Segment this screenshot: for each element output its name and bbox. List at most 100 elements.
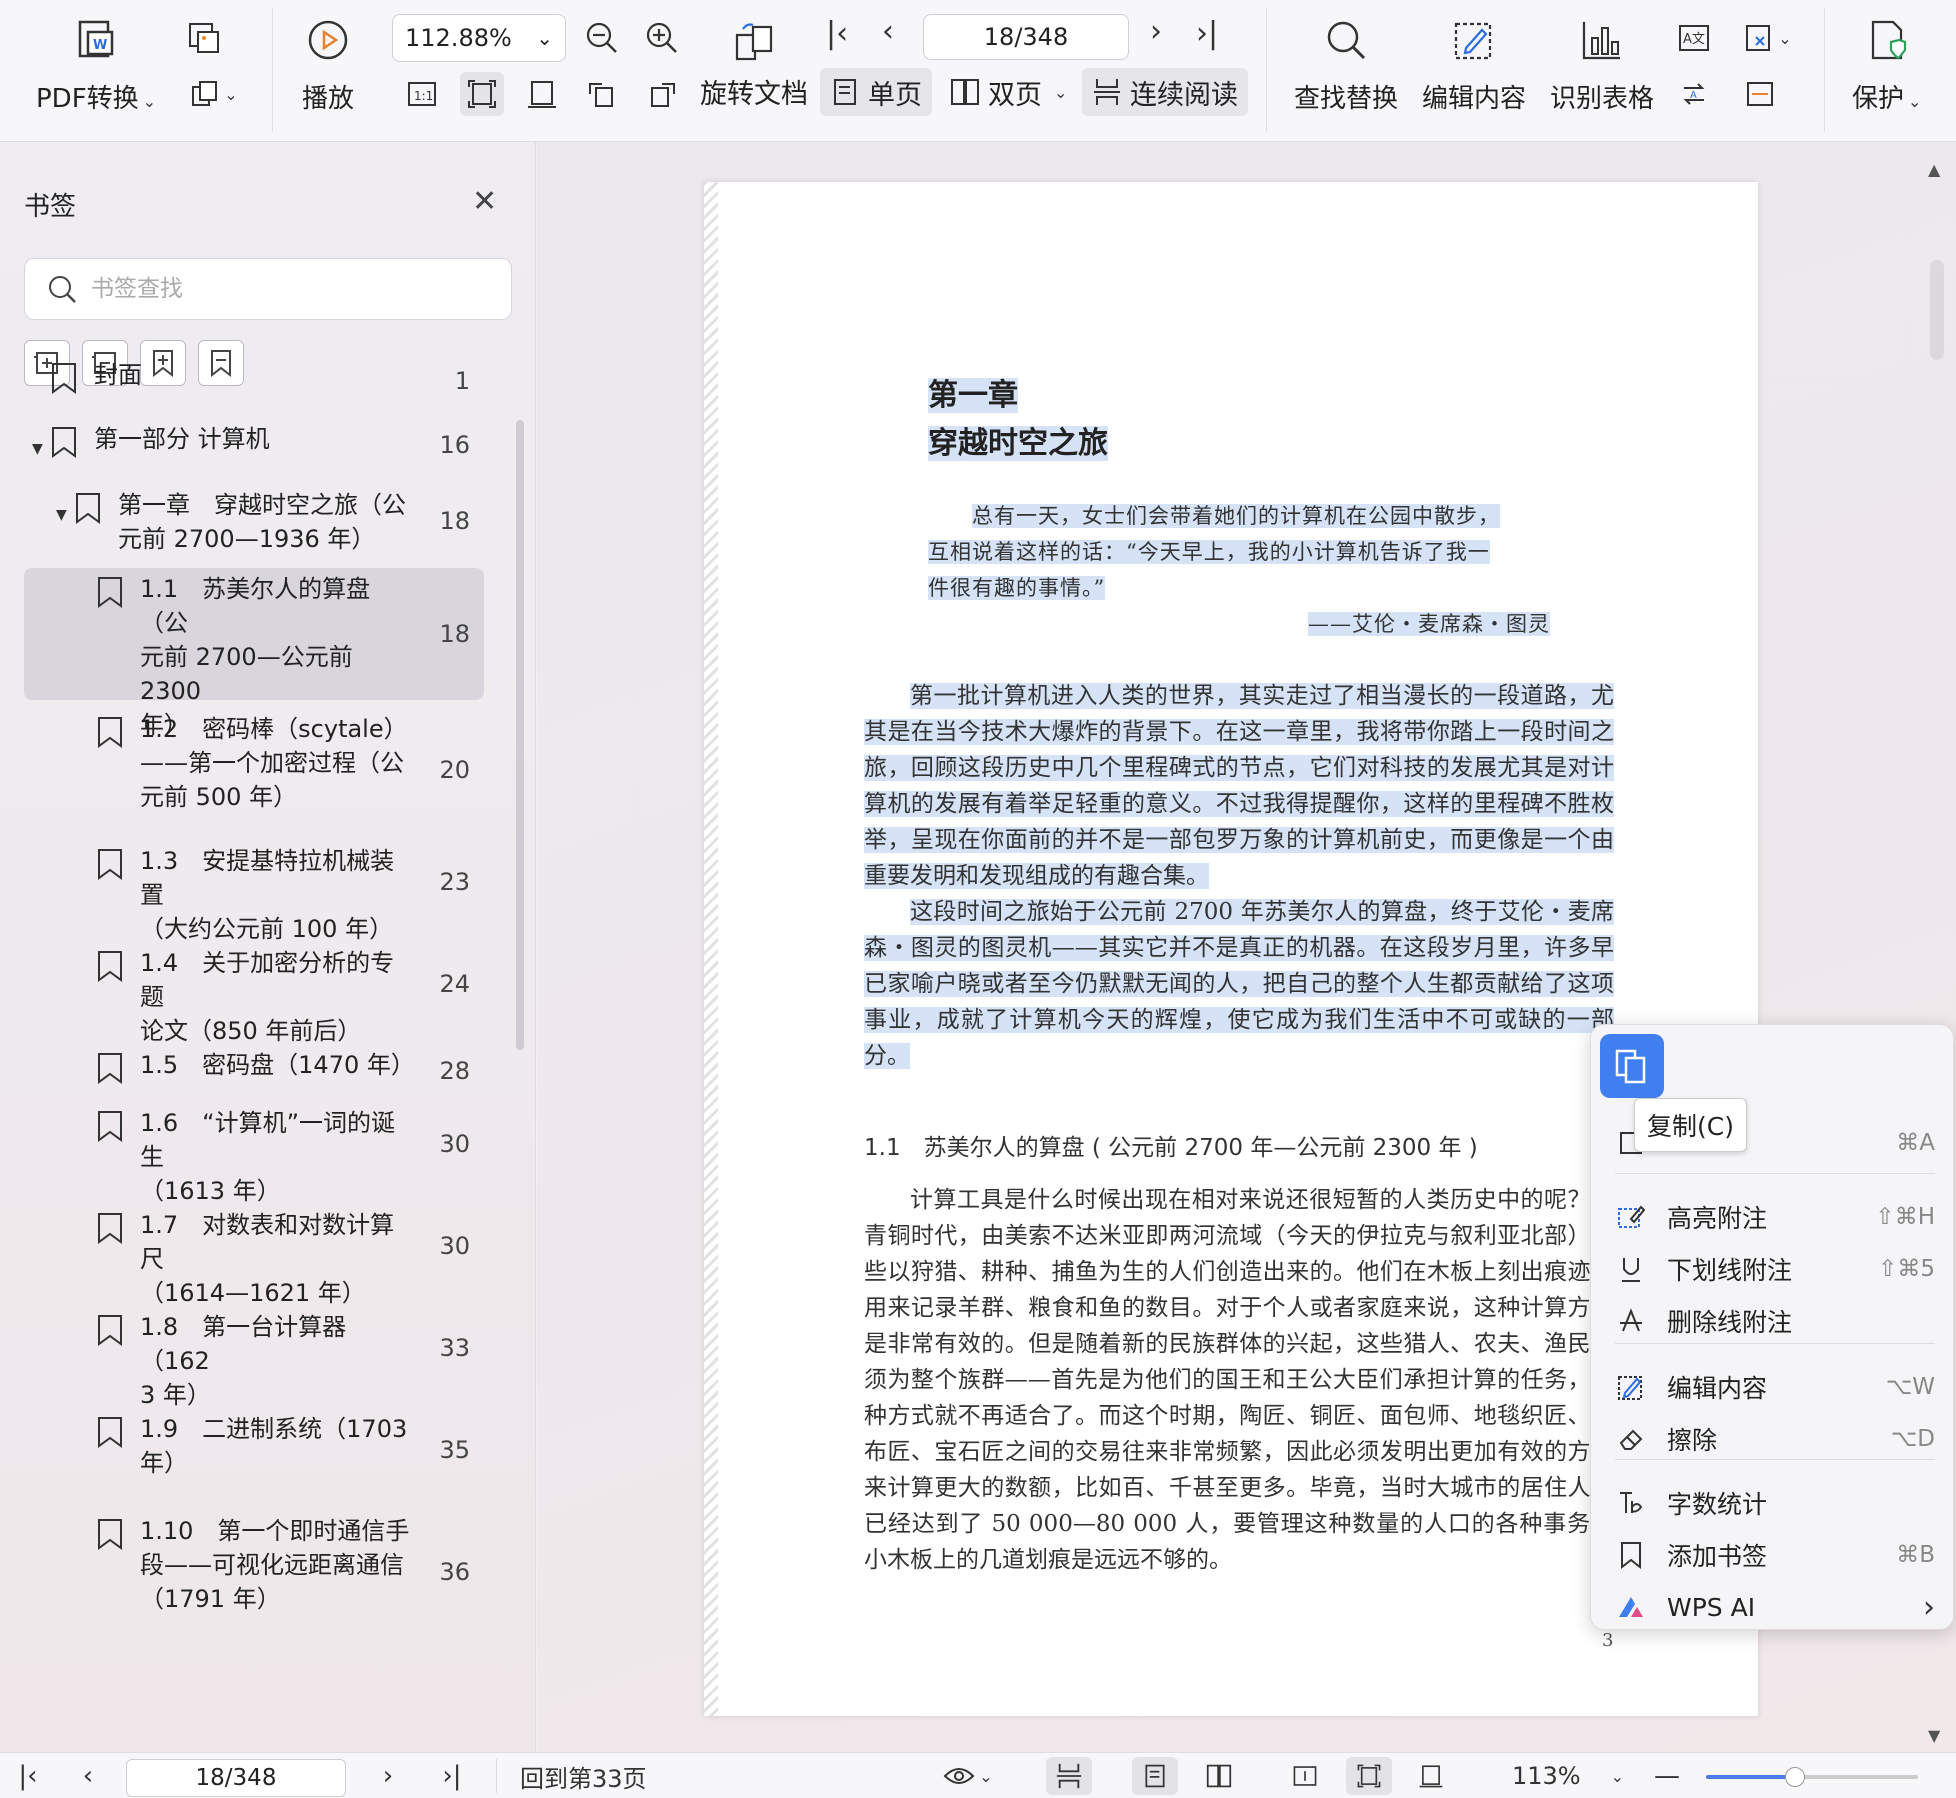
rotate-doc-icon[interactable] [728, 16, 782, 70]
bookmark-page-number: 20 [439, 756, 470, 784]
bookmark-icon [96, 576, 124, 608]
eye-icon [943, 1768, 975, 1784]
paragraph-3[interactable]: 计算工具是什么时候出现在相对来说还很短暂的人类历史中的呢？是青铜时代，由美索不达… [864, 1182, 1614, 1578]
next-page-icon[interactable]: › [370, 1757, 406, 1795]
protect-button[interactable]: 保护 ⌄ [1852, 16, 1921, 115]
svg-text:A文: A文 [1683, 32, 1705, 47]
ocr-icon[interactable] [1738, 72, 1782, 116]
fit-page-icon[interactable] [460, 72, 504, 116]
bookmark-item[interactable]: ▼ 第一章 穿越时空之旅（公 元前 2700—1936 年） 18 [24, 484, 484, 558]
epigraph: 总有一天，女士们会带着她们的计算机在公园中散步， 互相说着这样的话：“今天早上，… [928, 504, 1550, 636]
menu-strikethrough-note[interactable]: 删除线附注 [1615, 1299, 1935, 1343]
menu-underline-note[interactable]: 下划线附注 ⇧⌘5 [1615, 1247, 1935, 1291]
actual-size-icon[interactable] [1282, 1757, 1328, 1795]
play-button[interactable]: 播放 [302, 16, 354, 115]
compress-icon[interactable]: ⌄ [1738, 16, 1798, 60]
bookmark-search-input[interactable] [91, 276, 471, 302]
scroll-down-icon[interactable]: ▼ [1928, 1726, 1940, 1745]
bookmark-icon [96, 1110, 124, 1142]
zoom-in-icon[interactable] [640, 16, 684, 60]
paragraph-1[interactable]: 第一批计算机进入人类的世界，其实走过了相当漫长的一段道路，尤其是在当今技术大爆炸… [864, 678, 1614, 894]
bookmark-item[interactable]: 1.8 第一台计算器（162 3 年） 33 [24, 1306, 484, 1409]
copy-button[interactable] [1600, 1034, 1664, 1098]
bookmark-label: 1.5 密码盘（1470 年） [140, 1051, 415, 1079]
paragraph-2[interactable]: 这段时间之旅始于公元前 2700 年苏美尔人的算盘，终于艾伦・麦席森・图灵的图灵… [864, 894, 1614, 1074]
bookmark-item[interactable]: 1.4 关于加密分析的专题 论文（850 年前后） 24 [24, 942, 484, 1045]
bookmark-label: 封面 [94, 361, 142, 389]
first-page-icon[interactable]: |‹ [10, 1757, 46, 1795]
bookmark-item[interactable]: 1.7 对数表和对数计算尺 （1614—1621 年） 30 [24, 1204, 484, 1307]
bookmark-icon [96, 1518, 124, 1550]
bookmark-item[interactable]: ▼ 第一部分 计算机 16 [24, 418, 484, 472]
bookmark-page-number: 18 [439, 507, 470, 535]
status-page-input[interactable]: 18/348 [126, 1759, 346, 1797]
document-scrollbar[interactable] [1930, 260, 1944, 360]
next-page-icon[interactable]: › [1150, 14, 1162, 49]
bookmark-item[interactable]: 1.5 密码盘（1470 年） 28 [24, 1044, 484, 1098]
rotate-left-icon[interactable] [580, 72, 624, 116]
double-page-icon[interactable] [1196, 1757, 1242, 1795]
bookmark-page-number: 1 [454, 367, 470, 395]
menu-highlight-note[interactable]: 高亮附注 ⇧⌘H [1615, 1195, 1935, 1239]
bookmark-icon [96, 1212, 124, 1244]
bookmark-label: 1.3 安提基特拉机械装置 （大约公元前 100 年） [140, 847, 395, 943]
actual-size-icon[interactable]: 1:1 [400, 72, 444, 116]
expand-triangle-icon[interactable]: ▼ [32, 432, 43, 466]
find-replace-button[interactable]: 查找替换 [1294, 16, 1398, 115]
zoom-select[interactable]: 112.88% ⌄ [392, 14, 566, 62]
double-page-icon [951, 79, 979, 105]
double-page-button[interactable]: 双页 ⌄ [940, 68, 1077, 116]
menu-wps-ai[interactable]: WPS AI › [1615, 1585, 1935, 1629]
rotate-doc-button[interactable]: 旋转文档 [700, 72, 808, 111]
back-to-page-link[interactable]: 回到第33页 [520, 1757, 647, 1795]
zoom-slider-handle[interactable] [1785, 1767, 1806, 1787]
rotate-right-icon[interactable] [640, 72, 684, 116]
underline-icon [1615, 1253, 1647, 1285]
bookmark-item[interactable]: 1.1 苏美尔人的算盘（公 元前 2700—公元前 2300 年） 18 [24, 568, 484, 739]
prev-page-icon[interactable]: ‹ [70, 1757, 106, 1795]
fit-width-icon[interactable] [520, 72, 564, 116]
bookmark-item[interactable]: 1.10 第一个即时通信手 段——可视化远距离通信 （1791 年） 36 [24, 1510, 484, 1634]
single-page-button[interactable]: 单页 [820, 68, 932, 116]
close-icon[interactable]: ✕ [472, 184, 497, 219]
zoom-out-button[interactable]: — [1652, 1757, 1682, 1795]
eye-mode-button[interactable]: ⌄ [938, 1757, 998, 1795]
fit-page-icon[interactable] [1346, 1757, 1392, 1795]
bookmark-item[interactable]: 封面 1 [24, 354, 484, 408]
zoom-select[interactable]: 113% ⌄ [1512, 1757, 1624, 1795]
bookmark-label: 1.9 二进制系统（1703 年） [140, 1415, 408, 1477]
pdf-convert-button[interactable]: W PDF转换 ⌄ [36, 16, 156, 115]
image-convert-icon[interactable] [182, 16, 226, 60]
single-page-icon[interactable] [1132, 1757, 1178, 1795]
bookmark-scrollbar[interactable] [516, 420, 524, 1050]
scroll-up-icon[interactable]: ▲ [1928, 160, 1940, 179]
bookmark-item[interactable]: 1.2 密码棒（scytale） ——第一个加密过程（公 元前 500 年） 20 [24, 708, 484, 832]
menu-edit-content[interactable]: 编辑内容 ⌥W [1615, 1365, 1935, 1409]
word-count-icon [1615, 1487, 1647, 1519]
expand-triangle-icon[interactable]: ▼ [56, 498, 67, 532]
prev-page-icon[interactable]: ‹ [882, 14, 894, 49]
page-input[interactable]: 18/348 [923, 14, 1129, 60]
convert-arrows-icon[interactable]: A [1672, 72, 1716, 116]
fit-width-icon[interactable] [1408, 1757, 1454, 1795]
last-page-icon[interactable]: ›| [434, 1757, 470, 1795]
edit-content-button[interactable]: 编辑内容 [1422, 16, 1526, 115]
bookmark-item[interactable]: 1.9 二进制系统（1703 年） 35 [24, 1408, 484, 1492]
menu-add-bookmark[interactable]: 添加书签 ⌘B [1615, 1533, 1935, 1577]
bookmark-icon [96, 848, 124, 880]
bookmark-item[interactable]: 1.6 “计算机”一词的诞生 （1613 年） 30 [24, 1102, 484, 1205]
zoom-out-icon[interactable] [580, 16, 624, 60]
translate-icon[interactable]: A文 [1672, 16, 1716, 60]
bookmark-search[interactable] [24, 258, 512, 320]
zoom-slider[interactable] [1706, 1767, 1918, 1787]
first-page-icon[interactable]: |‹ [826, 16, 848, 51]
export-icon[interactable]: ⌄ [182, 72, 246, 116]
bookmark-item[interactable]: 1.3 安提基特拉机械装置 （大约公元前 100 年） 23 [24, 840, 484, 943]
menu-erase[interactable]: 擦除 ⌥D [1615, 1417, 1935, 1461]
last-page-icon[interactable]: ›| [1196, 16, 1218, 51]
recognize-table-button[interactable]: 识别表格 [1550, 16, 1654, 115]
continuous-read-button[interactable]: 连续阅读 [1082, 68, 1248, 116]
svg-text:1:1: 1:1 [414, 89, 433, 103]
continuous-read-icon[interactable] [1046, 1757, 1092, 1795]
menu-word-count[interactable]: 字数统计 [1615, 1481, 1935, 1525]
